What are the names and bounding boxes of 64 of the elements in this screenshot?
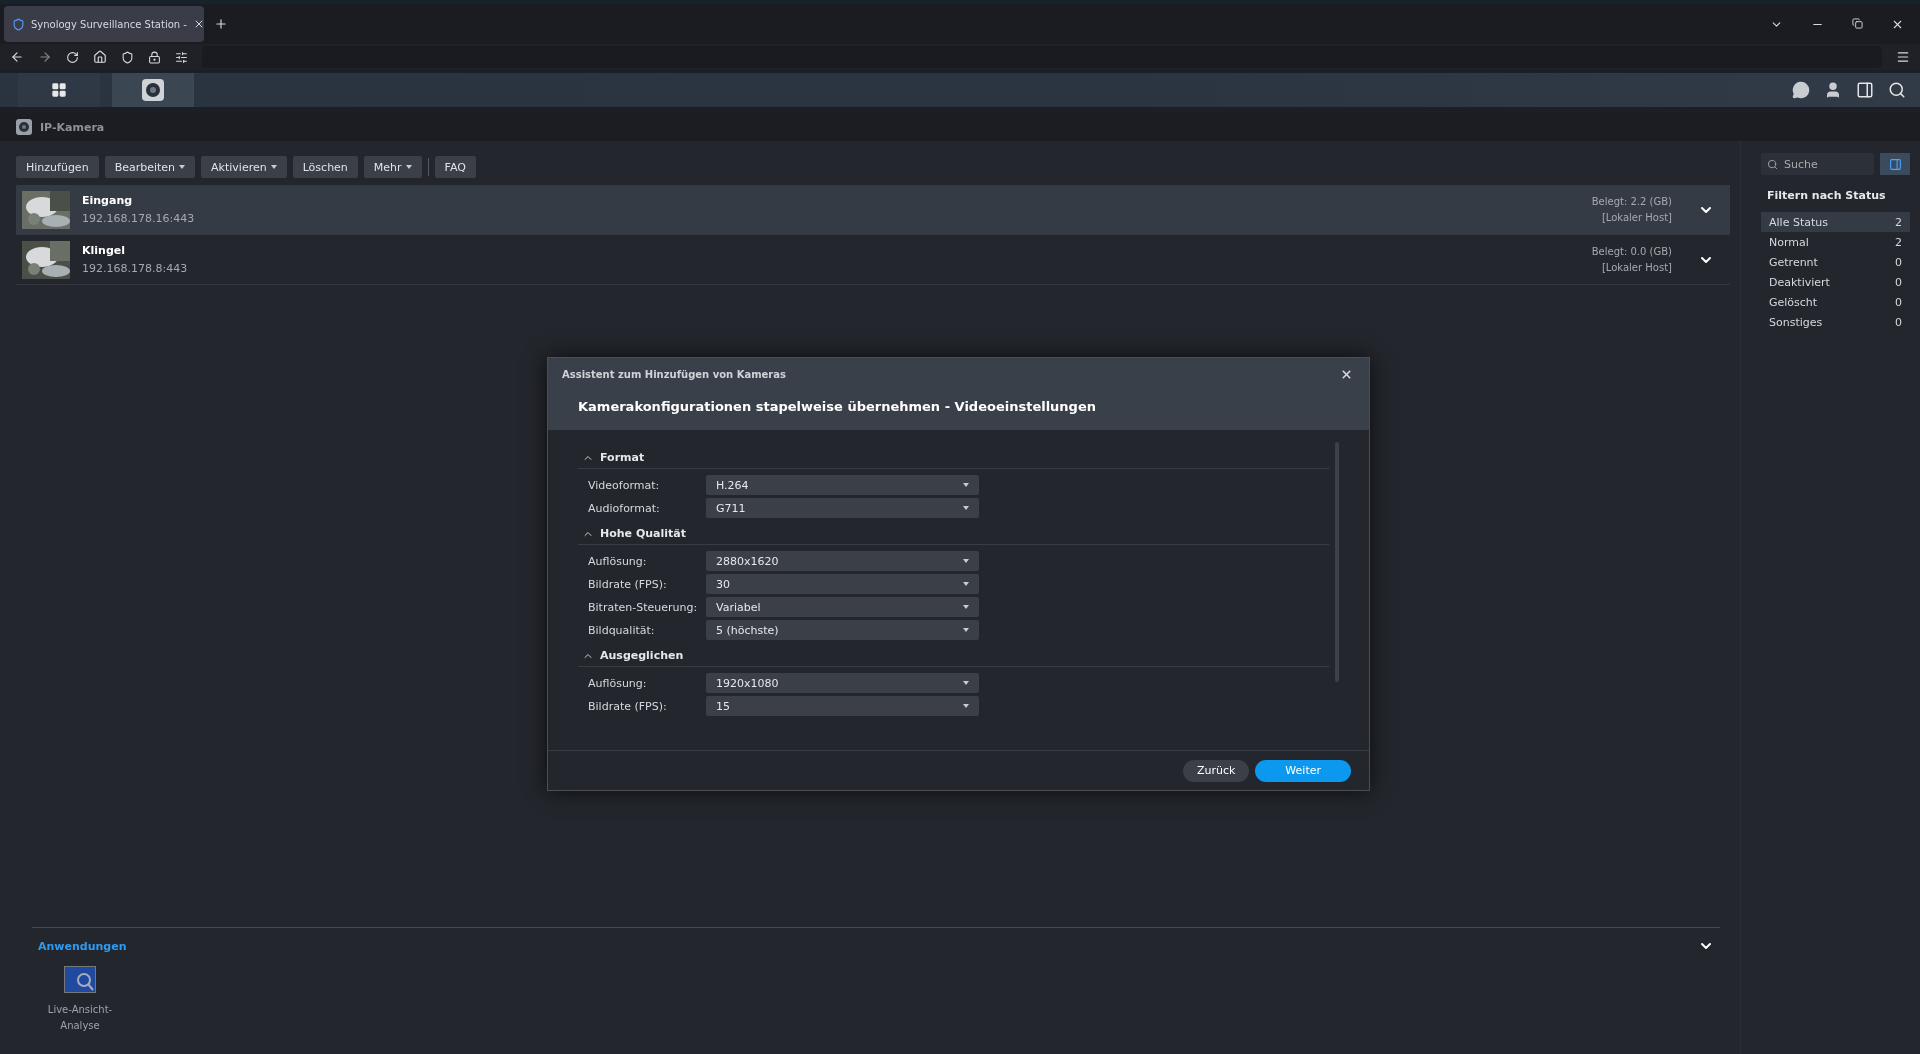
toolbar-button[interactable]: Hinzufügen bbox=[16, 156, 99, 178]
status-count: 0 bbox=[1895, 275, 1902, 289]
search-input[interactable]: Suche bbox=[1782, 156, 1868, 172]
section-header[interactable]: Format bbox=[578, 448, 1329, 469]
camera-row[interactable]: Eingang 192.168.178.16:443 Belegt: 2.2 (GB) [Lokaler Host] bbox=[16, 185, 1730, 235]
status-filter-item[interactable]: Deaktiviert 0 bbox=[1761, 272, 1910, 292]
status-count: 0 bbox=[1895, 315, 1902, 329]
status-count: 0 bbox=[1895, 255, 1902, 269]
field-label: Audioformat: bbox=[588, 501, 661, 515]
status-count: 2 bbox=[1895, 215, 1902, 229]
tab-title: Synology Surveillance Station - bbox=[31, 18, 187, 30]
back-button[interactable]: Zurück bbox=[1182, 759, 1250, 782]
dropdown[interactable]: 5 (höchste) bbox=[706, 620, 979, 640]
dropdown[interactable]: 1920x1080 bbox=[706, 673, 979, 693]
status-label: Deaktiviert bbox=[1769, 275, 1830, 289]
status-filter-item[interactable]: Gelöscht 0 bbox=[1761, 292, 1910, 312]
status-count: 2 bbox=[1895, 235, 1902, 249]
status-filter-item[interactable]: Alle Status 2 bbox=[1761, 212, 1910, 232]
section-header[interactable]: Hohe Qualität bbox=[578, 524, 1329, 545]
status-count: 0 bbox=[1895, 295, 1902, 309]
dropdown[interactable]: 2880x1620 bbox=[706, 551, 979, 571]
dropdown[interactable]: G711 bbox=[706, 498, 979, 518]
field-label: Videoformat: bbox=[588, 478, 661, 492]
field-label: Auflösung: bbox=[588, 676, 648, 690]
camera-row[interactable]: Klingel 192.168.178.8:443 Belegt: 0.0 (GB) [Lokaler Host] bbox=[16, 235, 1730, 285]
camera-address: 192.168.178.8:443 bbox=[82, 262, 188, 275]
camera-name: Eingang bbox=[82, 194, 133, 207]
dropdown[interactable]: 15 bbox=[706, 696, 979, 716]
field-label: Bildrate (FPS): bbox=[588, 577, 668, 591]
toolbar-button[interactable]: Löschen bbox=[292, 156, 358, 178]
status-label: Sonstiges bbox=[1769, 315, 1823, 329]
toolbar-button[interactable]: Aktivieren bbox=[201, 156, 287, 178]
dialog-title: Assistent zum Hinzufügen von Kameras bbox=[562, 369, 786, 380]
status-filter-item[interactable]: Getrennt 0 bbox=[1761, 252, 1910, 272]
status-label: Alle Status bbox=[1769, 215, 1828, 229]
toolbar-button[interactable]: FAQ bbox=[434, 156, 476, 178]
camera-name: Klingel bbox=[82, 244, 125, 257]
camera-address: 192.168.178.16:443 bbox=[82, 212, 195, 225]
host-label: [Lokaler Host] bbox=[1601, 262, 1672, 273]
dropdown[interactable]: H.264 bbox=[706, 475, 979, 495]
field-label: Bildrate (FPS): bbox=[588, 699, 668, 713]
storage-usage: Belegt: 0.0 (GB) bbox=[1591, 246, 1672, 257]
status-label: Getrennt bbox=[1769, 255, 1818, 269]
search-field[interactable]: Suche bbox=[1761, 153, 1874, 175]
section-title: Anwendungen bbox=[38, 939, 127, 953]
browser-tab[interactable]: Synology Surveillance Station - bbox=[4, 6, 204, 42]
host-label: [Lokaler Host] bbox=[1601, 212, 1672, 223]
app-label: Live-Ansicht-Analyse bbox=[46, 1003, 114, 1033]
field-label: Bildqualität: bbox=[588, 623, 656, 637]
toolbar-button[interactable]: Bearbeiten bbox=[104, 156, 196, 178]
dialog-heading: Kamerakonfigurationen stapelweise übernehmen - Videoeinstellungen bbox=[577, 399, 1097, 414]
dropdown[interactable]: Variabel bbox=[706, 597, 979, 617]
status-filter-item[interactable]: Normal 2 bbox=[1761, 232, 1910, 252]
window-title: IP-Kamera bbox=[40, 120, 105, 134]
field-label: Bitraten-Steuerung: bbox=[588, 600, 699, 614]
field-label: Auflösung: bbox=[588, 554, 648, 568]
status-label: Gelöscht bbox=[1769, 295, 1818, 309]
dropdown[interactable]: 30 bbox=[706, 574, 979, 594]
status-label: Normal bbox=[1769, 235, 1809, 249]
section-header[interactable]: Ausgeglichen bbox=[578, 646, 1329, 667]
filter-title: Filtern nach Status bbox=[1766, 188, 1887, 204]
toolbar-button[interactable]: Mehr bbox=[363, 156, 422, 178]
storage-usage: Belegt: 2.2 (GB) bbox=[1591, 196, 1672, 207]
status-filter-item[interactable]: Sonstiges 0 bbox=[1761, 312, 1910, 332]
